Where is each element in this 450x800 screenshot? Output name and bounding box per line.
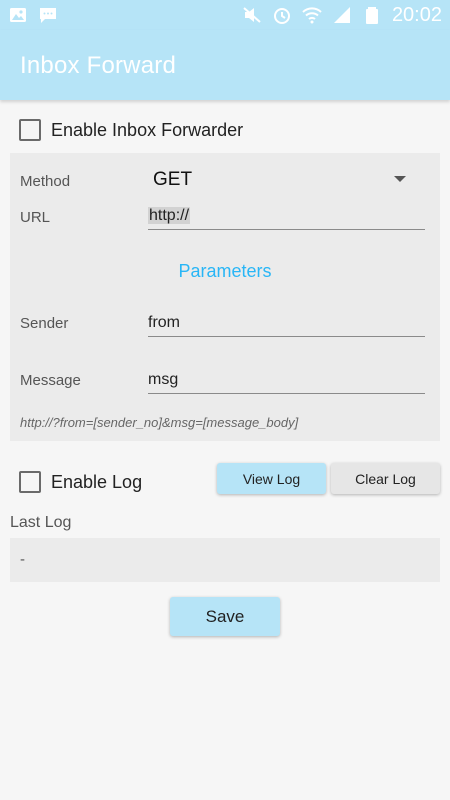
url-input[interactable]: http:// <box>148 207 425 230</box>
enable-forwarder-label: Enable Inbox Forwarder <box>51 119 244 140</box>
battery-icon <box>362 5 382 25</box>
message-label: Message <box>20 372 81 389</box>
enable-forwarder-row[interactable]: Enable Inbox Forwarder <box>19 119 243 141</box>
save-button[interactable]: Save <box>170 597 280 636</box>
status-time: 20:02 <box>391 3 442 26</box>
chevron-down-icon[interactable] <box>394 176 406 182</box>
sender-label: Sender <box>20 315 69 332</box>
parameters-title: Parameters <box>178 261 272 281</box>
last-log-box: - <box>10 538 440 582</box>
last-log-label: Last Log <box>10 514 72 531</box>
mute-icon <box>242 5 262 25</box>
app-title: Inbox Forward <box>20 52 176 79</box>
status-bar: 20:02 <box>0 0 450 30</box>
last-log-value: - <box>20 551 25 568</box>
message-input[interactable]: msg <box>148 371 425 394</box>
enable-log-label: Enable Log <box>51 471 143 492</box>
wifi-icon <box>302 5 322 25</box>
sender-input[interactable]: from <box>148 314 425 337</box>
url-label: URL <box>20 209 51 226</box>
method-label: Method <box>20 173 71 190</box>
enable-forwarder-checkbox[interactable] <box>19 119 41 141</box>
clear-log-button[interactable]: Clear Log <box>331 463 440 494</box>
alarm-icon <box>272 5 292 25</box>
example-url: http://?from=[sender_no]&msg=[message_bo… <box>20 415 299 430</box>
method-select[interactable]: GET <box>153 169 192 191</box>
gallery-icon <box>8 5 28 25</box>
enable-log-checkbox[interactable] <box>19 471 41 493</box>
url-input-value: http:// <box>148 207 191 224</box>
signal-icon <box>332 5 352 25</box>
app-bar: Inbox Forward <box>0 30 450 100</box>
enable-log-row[interactable]: Enable Log <box>19 471 142 493</box>
forward-settings-panel: Method GET URL http:// Parameters Sender… <box>10 153 440 441</box>
message-icon <box>38 5 58 25</box>
view-log-button[interactable]: View Log <box>217 463 326 494</box>
